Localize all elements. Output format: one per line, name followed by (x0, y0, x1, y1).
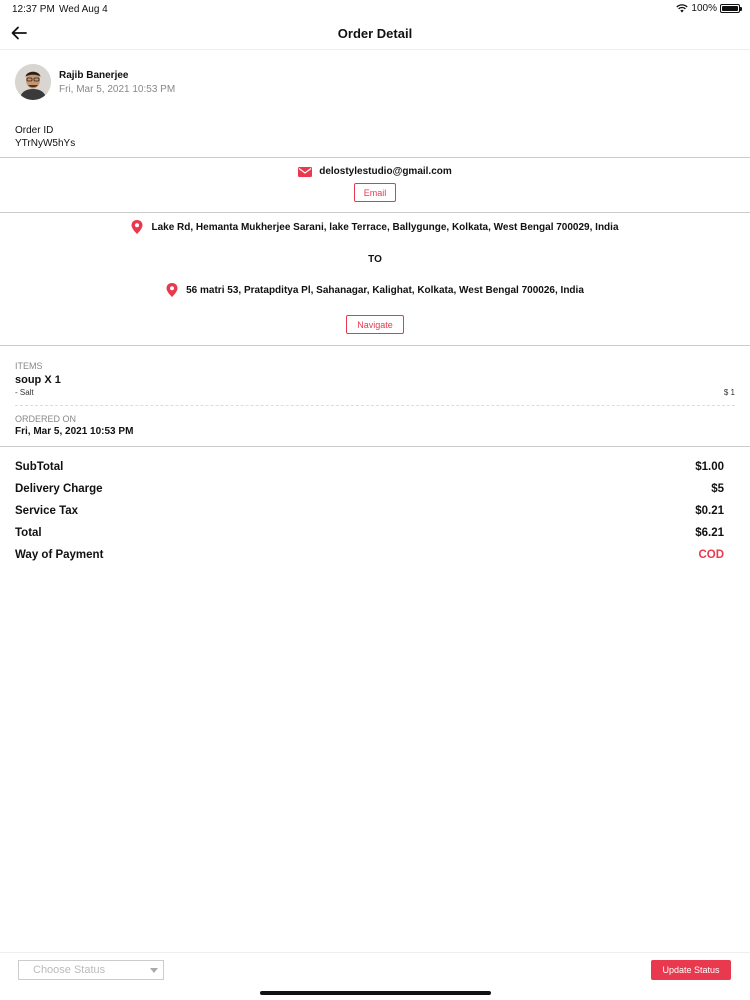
status-time: 12:37 PM (12, 4, 55, 15)
email-button[interactable]: Email (354, 183, 396, 202)
summary-label: Total (15, 527, 42, 539)
mail-icon (298, 166, 313, 177)
status-dropdown-placeholder: Choose Status (33, 964, 106, 976)
status-date: Wed Aug 4 (59, 4, 108, 15)
item-modifier: - Salt (15, 388, 34, 397)
location-pin-icon (131, 220, 143, 234)
page-title: Order Detail (337, 26, 413, 41)
summary-row-service-tax: Service Tax $0.21 (15, 505, 724, 527)
dropoff-address-row: 56 matri 53, Pratapditya Pl, Sahanagar, … (0, 283, 750, 297)
order-id-label: Order ID (15, 125, 54, 136)
payment-method-value: COD (698, 549, 724, 561)
dropoff-address: 56 matri 53, Pratapditya Pl, Sahanagar, … (186, 284, 584, 296)
customer-name: Rajib Banerjee (59, 69, 129, 81)
summary-value: $6.21 (695, 527, 724, 539)
pickup-address: Lake Rd, Hemanta Mukherjee Sarani, lake … (151, 221, 619, 233)
wifi-icon (676, 4, 689, 13)
status-bar: 12:37 PM Wed Aug 4 100% (0, 0, 750, 18)
summary-label: SubTotal (15, 461, 64, 473)
customer-header: Rajib Banerjee Fri, Mar 5, 2021 10:53 PM (15, 64, 175, 100)
battery-icon (720, 4, 742, 13)
divider (0, 345, 750, 346)
summary-label: Way of Payment (15, 549, 104, 561)
home-indicator (260, 991, 491, 995)
divider (0, 157, 750, 158)
bottom-action-bar: Choose Status Update Status (0, 952, 750, 1000)
summary-label: Service Tax (15, 505, 79, 517)
location-pin-icon (166, 283, 178, 297)
summary-row-payment-method: Way of Payment COD (15, 549, 724, 571)
navigate-button[interactable]: Navigate (346, 315, 404, 334)
summary-value: $1.00 (695, 461, 724, 473)
summary-row-total: Total $6.21 (15, 527, 724, 549)
pickup-address-row: Lake Rd, Hemanta Mukherjee Sarani, lake … (0, 220, 750, 234)
customer-order-date: Fri, Mar 5, 2021 10:53 PM (59, 83, 176, 95)
divider (0, 212, 750, 213)
status-dropdown[interactable]: Choose Status (18, 960, 164, 980)
summary-value: $5 (711, 483, 724, 495)
ordered-on-label: ORDERED ON (15, 414, 77, 424)
divider (0, 446, 750, 447)
payment-summary: SubTotal $1.00 Delivery Charge $5 Servic… (15, 461, 724, 571)
summary-row-delivery: Delivery Charge $5 (15, 483, 724, 505)
item-name: soup X 1 (15, 374, 61, 386)
order-id-block: Order ID YTrNyW5hYs (15, 124, 75, 150)
status-right: 100% (676, 3, 742, 14)
item-price: $ 1 (723, 388, 735, 397)
nav-bar: Order Detail (0, 18, 750, 50)
order-id-value: YTrNyW5hYs (15, 138, 76, 149)
summary-row-subtotal: SubTotal $1.00 (15, 461, 724, 483)
summary-value: $0.21 (695, 505, 724, 517)
avatar (15, 64, 51, 100)
battery-percent: 100% (691, 3, 717, 14)
update-status-button[interactable]: Update Status (651, 960, 731, 980)
items-label: ITEMS (15, 361, 43, 371)
dashed-divider (15, 405, 735, 406)
route-to-label: TO (368, 254, 382, 265)
ordered-on-value: Fri, Mar 5, 2021 10:53 PM (15, 426, 134, 437)
customer-email: delostylestudio@gmail.com (319, 166, 452, 177)
email-row: delostylestudio@gmail.com (0, 166, 750, 177)
chevron-down-icon (150, 968, 158, 973)
summary-label: Delivery Charge (15, 483, 103, 495)
